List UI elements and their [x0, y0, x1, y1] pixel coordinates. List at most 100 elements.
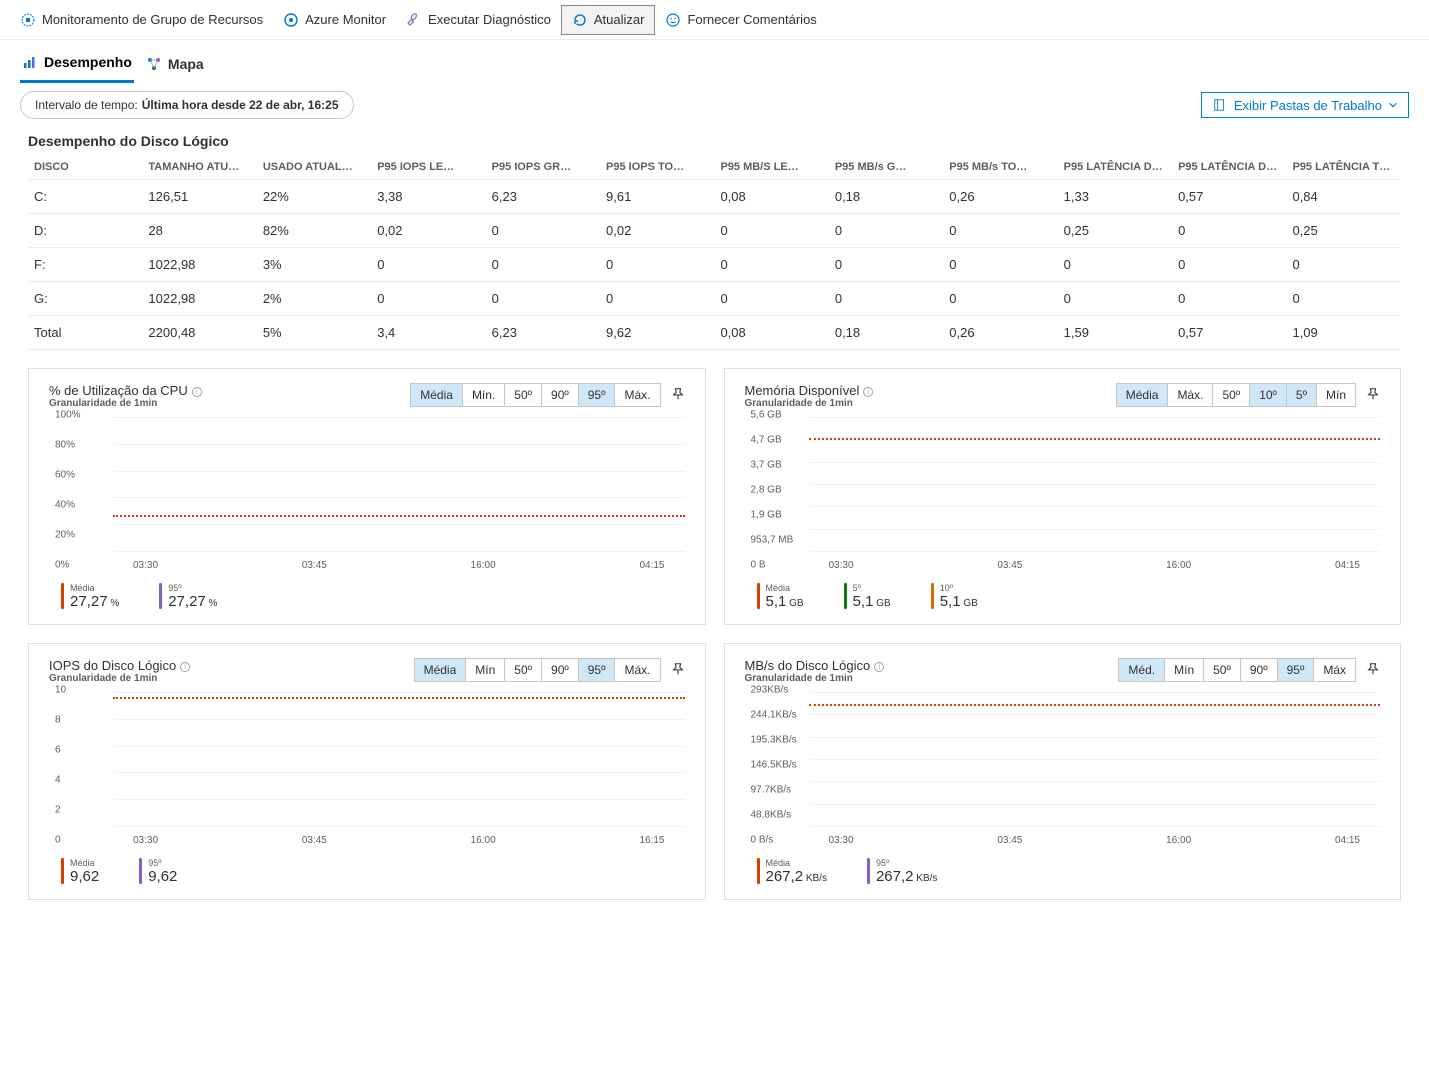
- y-axis-tick: 146.5KB/s: [751, 760, 797, 771]
- aggregation-segmented: Méd.Mín50º90º95ºMáx: [1118, 658, 1356, 682]
- cmd-feedback[interactable]: Fornecer Comentários: [655, 6, 826, 34]
- info-icon[interactable]: i: [863, 387, 873, 397]
- seg-option[interactable]: 5º: [1287, 384, 1317, 406]
- col-header[interactable]: TAMANHO ATU…: [142, 153, 256, 180]
- legend-value: 27,27: [70, 593, 108, 610]
- view-workbooks-button[interactable]: Exibir Pastas de Trabalho: [1201, 92, 1409, 118]
- cmd-label: Azure Monitor: [305, 12, 386, 27]
- legend-swatch: [867, 858, 870, 884]
- chart-area[interactable]: 293KB/s244.1KB/s195.3KB/s146.5KB/s97.7KB…: [751, 690, 1381, 840]
- x-axis-tick: 03:30: [133, 560, 158, 571]
- seg-option[interactable]: Máx.: [1168, 384, 1213, 406]
- chart-area[interactable]: 5,6 GB4,7 GB3,7 GB2,8 GB1,9 GB953,7 MB0 …: [751, 415, 1381, 565]
- legend-item[interactable]: 95º267,2 KB/s: [867, 858, 937, 885]
- legend-item[interactable]: 10º5,1 GB: [931, 583, 978, 610]
- col-header[interactable]: P95 MB/S LE…: [714, 153, 828, 180]
- table-cell: 0: [1058, 248, 1172, 282]
- table-cell: 6,23: [486, 180, 600, 214]
- table-row[interactable]: G:1022,982%000000000: [28, 282, 1401, 316]
- legend-unit: KB/s: [803, 873, 827, 884]
- seg-option[interactable]: Mín: [1165, 659, 1204, 681]
- col-header[interactable]: P95 MB/s G…: [829, 153, 943, 180]
- table-row[interactable]: Total2200,485%3,46,239,620,080,180,261,5…: [28, 316, 1401, 350]
- time-range-picker[interactable]: Intervalo de tempo: Última hora desde 22…: [20, 91, 354, 119]
- chart-area[interactable]: 100%80%60%40%20%0%03:3003:4516:0004:15: [55, 415, 685, 565]
- col-header[interactable]: P95 IOPS TO…: [600, 153, 714, 180]
- chart-legend: Média267,2 KB/s 95º267,2 KB/s: [745, 858, 1381, 885]
- legend-swatch: [61, 583, 64, 609]
- seg-option[interactable]: 50º: [1204, 659, 1241, 681]
- table-cell: 0: [1172, 282, 1286, 316]
- col-header[interactable]: P95 IOPS LE…: [371, 153, 485, 180]
- cmd-azure-monitor[interactable]: Azure Monitor: [273, 6, 396, 34]
- info-icon[interactable]: i: [192, 387, 202, 397]
- legend-item[interactable]: 5º5,1 GB: [844, 583, 891, 610]
- pin-icon[interactable]: [671, 662, 685, 679]
- seg-option[interactable]: Méd.: [1119, 659, 1165, 681]
- legend-item[interactable]: Média9,62: [61, 858, 99, 885]
- seg-option[interactable]: 90º: [542, 659, 579, 681]
- seg-option[interactable]: 10º: [1250, 384, 1287, 406]
- col-header[interactable]: USADO ATUAL…: [257, 153, 371, 180]
- seg-option[interactable]: Média: [1117, 384, 1169, 406]
- col-header[interactable]: DISCO: [28, 153, 142, 180]
- seg-option[interactable]: 95º: [579, 384, 616, 406]
- seg-option[interactable]: 90º: [542, 384, 579, 406]
- seg-option[interactable]: 50º: [505, 659, 542, 681]
- table-row[interactable]: F:1022,983%000000000: [28, 248, 1401, 282]
- col-header[interactable]: P95 LATÊNCIA DE LEI…: [1058, 153, 1172, 180]
- card-disk-iops: IOPS do Disco LógicoiGranularidade de 1m…: [28, 643, 706, 900]
- cmd-label: Executar Diagnóstico: [428, 12, 551, 27]
- table-cell: 0,57: [1172, 180, 1286, 214]
- table-row[interactable]: D:2882%0,0200,020000,2500,25: [28, 214, 1401, 248]
- table-row[interactable]: C:126,5122%3,386,239,610,080,180,261,330…: [28, 180, 1401, 214]
- cmd-resource-group-monitoring[interactable]: Monitoramento de Grupo de Recursos: [10, 6, 273, 34]
- seg-option[interactable]: Máx.: [615, 659, 659, 681]
- seg-option[interactable]: Mín.: [463, 384, 505, 406]
- col-header[interactable]: P95 IOPS GR…: [486, 153, 600, 180]
- legend-swatch: [844, 583, 847, 609]
- legend-item[interactable]: Média27,27 %: [61, 583, 119, 610]
- legend-swatch: [139, 858, 142, 884]
- col-header[interactable]: P95 LATÊNCIA TOTAL …: [1286, 153, 1401, 180]
- info-icon[interactable]: i: [180, 662, 190, 672]
- legend-item[interactable]: Média267,2 KB/s: [757, 858, 827, 885]
- cmd-refresh[interactable]: Atualizar: [561, 5, 656, 35]
- seg-option[interactable]: Mín: [466, 659, 505, 681]
- legend-item[interactable]: 95º27,27 %: [159, 583, 217, 610]
- cmd-run-diagnostics[interactable]: Executar Diagnóstico: [396, 6, 561, 34]
- card-title: % de Utilização da CPU: [49, 383, 188, 398]
- legend-unit: %: [108, 598, 120, 609]
- legend-item[interactable]: Média5,1 GB: [757, 583, 804, 610]
- seg-option[interactable]: Máx.: [615, 384, 659, 406]
- info-icon[interactable]: i: [874, 662, 884, 672]
- y-axis-tick: 2,8 GB: [751, 485, 782, 496]
- table-cell: 0: [943, 282, 1057, 316]
- time-range-value: Última hora desde 22 de abr, 16:25: [142, 98, 339, 112]
- seg-option[interactable]: Mín: [1317, 384, 1355, 406]
- seg-option[interactable]: Máx: [1314, 659, 1355, 681]
- table-cell: D:: [28, 214, 142, 248]
- seg-option[interactable]: Média: [415, 659, 467, 681]
- pin-icon[interactable]: [1366, 387, 1380, 404]
- tab-map[interactable]: Mapa: [144, 52, 206, 82]
- seg-option[interactable]: 90º: [1241, 659, 1278, 681]
- seg-option[interactable]: 50º: [505, 384, 542, 406]
- col-header[interactable]: P95 LATÊNCIA DE GR…: [1172, 153, 1286, 180]
- chart-area[interactable]: 108642003:3003:4516:0016:15: [55, 690, 685, 840]
- legend-value: 27,27: [168, 593, 206, 610]
- y-axis-tick: 100%: [55, 410, 81, 421]
- seg-option[interactable]: 50º: [1213, 384, 1250, 406]
- pin-icon[interactable]: [671, 387, 685, 404]
- seg-option[interactable]: Média: [411, 384, 463, 406]
- y-axis-tick: 0 B/s: [751, 835, 774, 846]
- pin-icon[interactable]: [1366, 662, 1380, 679]
- seg-option[interactable]: 95º: [1278, 659, 1315, 681]
- seg-option[interactable]: 95º: [579, 659, 616, 681]
- resource-group-icon: [20, 12, 36, 28]
- tab-performance[interactable]: Desempenho: [20, 50, 134, 83]
- legend-label: 5º: [853, 583, 891, 593]
- legend-item[interactable]: 95º9,62: [139, 858, 177, 885]
- col-header[interactable]: P95 MB/s TO…: [943, 153, 1057, 180]
- card-disk-mbps: MB/s do Disco LógicoiGranularidade de 1m…: [724, 643, 1402, 900]
